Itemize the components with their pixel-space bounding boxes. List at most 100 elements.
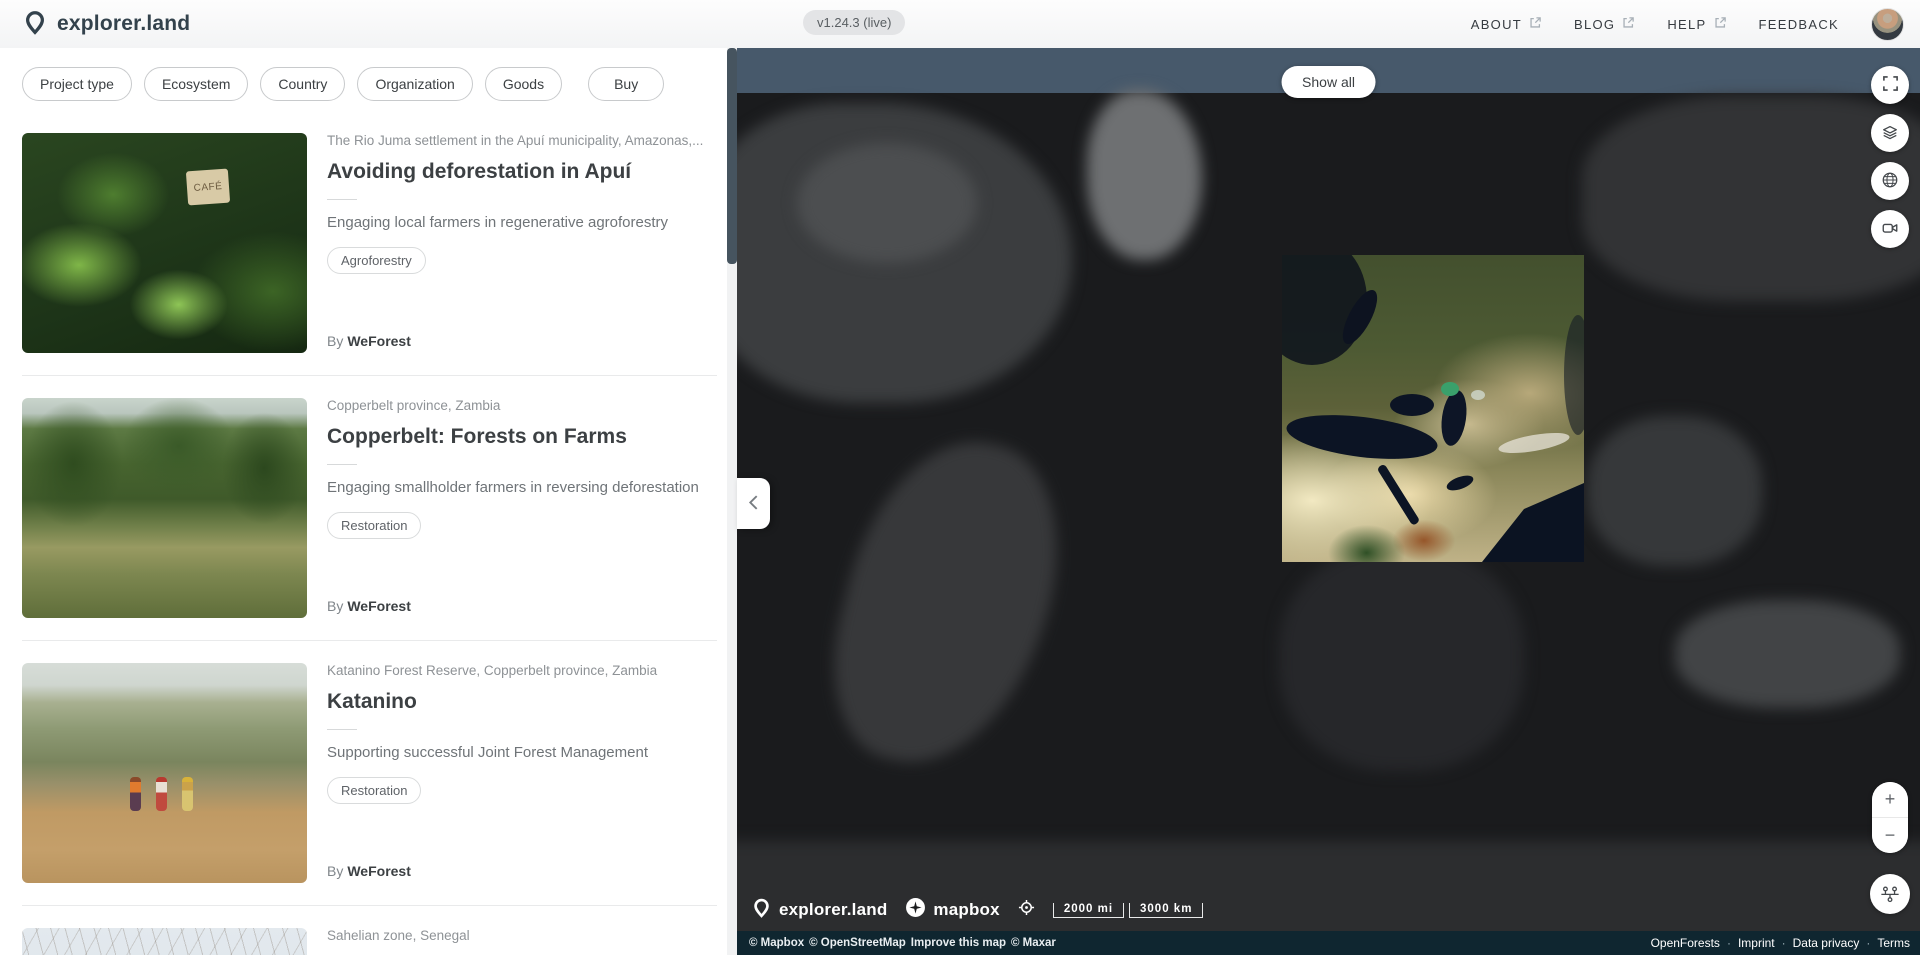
top-header: explorer.land v1.24.3 (live) ABOUT BLOG … xyxy=(0,0,1920,48)
basemap-globe-button[interactable] xyxy=(1871,162,1909,200)
project-tag[interactable]: Restoration xyxy=(327,512,421,539)
map-landmass xyxy=(1675,600,1900,708)
locate-crosshair-icon[interactable] xyxy=(1018,899,1035,921)
footer-terms-link[interactable]: Terms xyxy=(1877,936,1910,950)
nav-help[interactable]: HELP xyxy=(1667,16,1726,32)
sidebar-scrollbar[interactable] xyxy=(727,48,737,955)
project-title: Katanino xyxy=(327,690,717,714)
project-card-body: Katanino Forest Reserve, Copperbelt prov… xyxy=(327,663,717,883)
project-location: Katanino Forest Reserve, Copperbelt prov… xyxy=(327,663,717,678)
nav-feedback[interactable]: FEEDBACK xyxy=(1759,17,1839,32)
zoom-in-button[interactable]: + xyxy=(1872,782,1908,818)
organization-name[interactable]: WeForest xyxy=(347,598,411,614)
chevron-left-icon xyxy=(748,494,759,514)
attr-mapbox-link[interactable]: © Mapbox xyxy=(749,937,804,949)
project-card-apui[interactable]: CAFÉ The Rio Juma settlement in the Apuí… xyxy=(22,111,717,376)
filter-ecosystem[interactable]: Ecosystem xyxy=(144,67,248,101)
version-badge: v1.24.3 (live) xyxy=(803,10,905,35)
project-image[interactable] xyxy=(22,928,307,955)
project-image[interactable]: CAFÉ xyxy=(22,133,307,353)
collapse-sidebar-button[interactable] xyxy=(737,478,770,529)
mapbox-icon xyxy=(905,897,926,923)
organization-name[interactable]: WeForest xyxy=(347,333,411,349)
project-location: Sahelian zone, Senegal xyxy=(327,928,717,943)
project-card-copperbelt[interactable]: Copperbelt province, Zambia Copperbelt: … xyxy=(22,376,717,641)
project-card-body: The Rio Juma settlement in the Apuí muni… xyxy=(327,133,717,353)
nav-blog[interactable]: BLOG xyxy=(1574,16,1635,32)
project-byline: ByWeForest xyxy=(327,863,717,883)
filter-organization[interactable]: Organization xyxy=(357,67,472,101)
title-divider xyxy=(327,729,357,730)
project-title: Avoiding deforestation in Apuí xyxy=(327,160,717,184)
app-logo-text: explorer.land xyxy=(57,12,190,36)
filter-country[interactable]: Country xyxy=(260,67,345,101)
attr-osm-link[interactable]: © OpenStreetMap xyxy=(809,937,906,949)
fullscreen-icon xyxy=(1882,75,1899,95)
nav-blog-label: BLOG xyxy=(1574,17,1615,32)
project-byline: ByWeForest xyxy=(327,598,717,618)
project-card-body: Copperbelt province, Zambia Copperbelt: … xyxy=(327,398,717,618)
footer-imprint-link[interactable]: Imprint xyxy=(1738,936,1775,950)
map-landmass xyxy=(1582,96,1920,301)
mapbox-logo[interactable]: mapbox xyxy=(905,897,999,923)
map-footer-bar: © Mapbox © OpenStreetMap Improve this ma… xyxy=(737,931,1920,955)
footer-data-privacy-link[interactable]: Data privacy xyxy=(1793,936,1860,950)
project-description: Engaging local farmers in regenerative a… xyxy=(327,214,717,231)
flythrough-camera-button[interactable] xyxy=(1871,210,1909,248)
filter-buy[interactable]: Buy xyxy=(588,67,664,101)
timeline-icon xyxy=(1880,883,1900,906)
project-image[interactable] xyxy=(22,398,307,618)
external-link-icon xyxy=(1622,16,1635,32)
timeline-compare-button[interactable] xyxy=(1870,874,1910,914)
show-all-button[interactable]: Show all xyxy=(1281,66,1376,98)
footer-links: OpenForests · Imprint · Data privacy · T… xyxy=(1651,936,1910,950)
title-divider xyxy=(327,464,357,465)
photo-figure xyxy=(182,777,193,811)
location-pin-icon xyxy=(22,9,48,40)
explorer-land-map-logo[interactable]: explorer.land xyxy=(751,897,887,923)
map-canvas[interactable]: Show all + − xyxy=(737,48,1920,955)
nav-about-label: ABOUT xyxy=(1471,17,1522,32)
filter-project-type[interactable]: Project type xyxy=(22,67,132,101)
explorer-land-map-logo-text: explorer.land xyxy=(779,900,887,920)
map-controls xyxy=(1871,66,1909,248)
filter-goods[interactable]: Goods xyxy=(485,67,562,101)
app-logo[interactable]: explorer.land xyxy=(0,9,190,40)
project-cards: CAFÉ The Rio Juma settlement in the Apuí… xyxy=(0,111,737,955)
map-landmass xyxy=(797,143,977,263)
footer-openforests-link[interactable]: OpenForests xyxy=(1651,936,1720,950)
project-description: Engaging smallholder farmers in reversin… xyxy=(327,479,717,496)
zoom-out-button[interactable]: − xyxy=(1872,818,1908,853)
by-label: By xyxy=(327,863,343,879)
external-link-icon xyxy=(1529,16,1542,32)
project-byline: ByWeForest xyxy=(327,333,717,353)
photo-figure xyxy=(130,777,141,811)
project-tag[interactable]: Restoration xyxy=(327,777,421,804)
globe-icon xyxy=(1881,171,1899,192)
zoom-controls: + − xyxy=(1872,782,1908,853)
photo-figure xyxy=(156,777,167,811)
scale-miles: 2000 mi xyxy=(1053,903,1124,918)
attr-maxar-link[interactable]: © Maxar xyxy=(1011,937,1056,949)
by-label: By xyxy=(327,333,343,349)
project-card-senegal[interactable]: Sahelian zone, Senegal xyxy=(22,906,717,955)
location-pin-icon xyxy=(751,897,772,923)
nav-about[interactable]: ABOUT xyxy=(1471,16,1542,32)
fullscreen-button[interactable] xyxy=(1871,66,1909,104)
attr-improve-link[interactable]: Improve this map xyxy=(911,937,1006,949)
project-image[interactable] xyxy=(22,663,307,883)
project-card-body: Sahelian zone, Senegal xyxy=(327,928,717,955)
project-location: The Rio Juma settlement in the Apuí muni… xyxy=(327,133,717,148)
footer-separator: · xyxy=(1866,936,1870,950)
video-camera-icon xyxy=(1881,219,1899,240)
project-location: Copperbelt province, Zambia xyxy=(327,398,717,413)
layers-button[interactable] xyxy=(1871,114,1909,152)
project-description: Supporting successful Joint Forest Manag… xyxy=(327,744,717,761)
footer-separator: · xyxy=(1782,936,1786,950)
organization-name[interactable]: WeForest xyxy=(347,863,411,879)
project-tag[interactable]: Agroforestry xyxy=(327,247,426,274)
sidebar-scrollbar-thumb[interactable] xyxy=(727,48,737,264)
footer-separator: · xyxy=(1727,936,1731,950)
user-avatar[interactable] xyxy=(1871,8,1904,41)
project-card-katanino[interactable]: Katanino Forest Reserve, Copperbelt prov… xyxy=(22,641,717,906)
